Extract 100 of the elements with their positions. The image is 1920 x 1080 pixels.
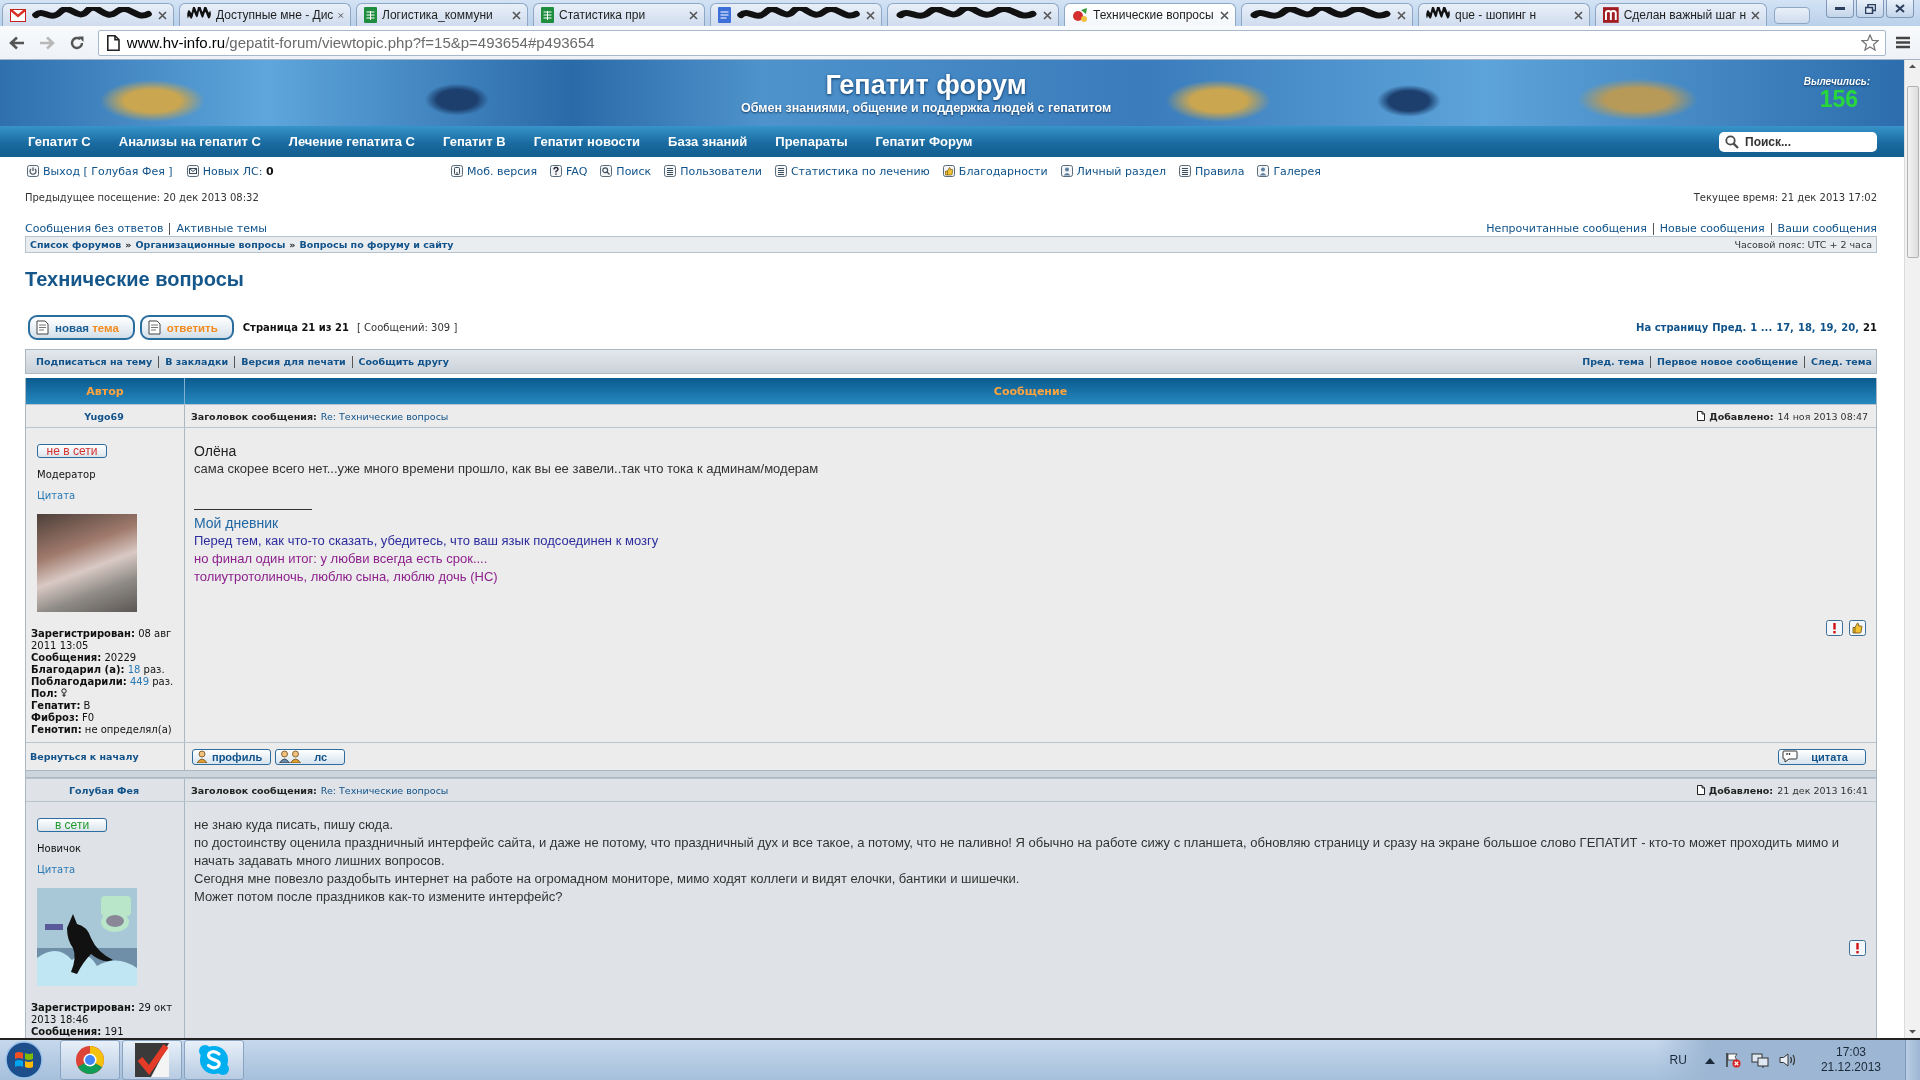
count-link[interactable]: 18 — [127, 664, 141, 675]
quick-link[interactable]: Активные темы — [176, 222, 267, 235]
browser-tab[interactable] — [887, 3, 1059, 26]
profile-field: Зарегистрирован: 08 авг 2011 13:05 — [31, 628, 180, 652]
language-indicator[interactable]: RU — [1669, 1053, 1687, 1067]
close-icon[interactable] — [1043, 10, 1052, 20]
thumbs-up-icon[interactable] — [1849, 620, 1866, 636]
menu-link[interactable]: FAQ — [550, 164, 588, 178]
close-icon[interactable] — [866, 10, 875, 20]
close-icon[interactable] — [1574, 10, 1583, 20]
browser-tab[interactable] — [710, 3, 882, 26]
minimize-button[interactable] — [1826, 0, 1854, 18]
profile-button[interactable]: профиль — [192, 748, 272, 765]
breadcrumb-link[interactable]: Вопросы по форуму и сайту — [299, 239, 454, 250]
up-arrow-icon[interactable] — [1704, 1056, 1715, 1064]
back-to-top-link[interactable]: Вернуться к началу — [30, 751, 139, 762]
nav-link[interactable]: Гепатит C — [14, 134, 105, 149]
close-icon[interactable] — [1751, 10, 1760, 20]
quote-button[interactable]: цитата — [1778, 748, 1866, 765]
scroll-thumb[interactable] — [1907, 86, 1919, 258]
close-icon[interactable] — [689, 10, 698, 20]
browser-tab[interactable] — [2, 3, 174, 26]
previous-page-link[interactable]: Пред. — [1712, 322, 1747, 333]
breadcrumb-separator: » — [289, 239, 296, 250]
topic-nav-link[interactable]: Первое новое сообщение — [1657, 356, 1798, 367]
page-link[interactable]: 20, — [1841, 322, 1860, 333]
browser-tab[interactable]: Доступные мне - Дис — [179, 3, 351, 26]
flag-error-icon[interactable] — [1724, 1052, 1741, 1068]
nav-link[interactable]: База знаний — [654, 134, 762, 149]
menu-link[interactable]: Пользователи — [664, 164, 762, 178]
timezone-text: Часовой пояс: UTC + 2 часа — [1734, 239, 1872, 250]
subject-link[interactable]: Re: Технические вопросы — [320, 410, 449, 422]
browser-tab[interactable]: Сделан важный шаг н — [1595, 3, 1767, 26]
topic-nav-link[interactable]: След. тема — [1810, 356, 1872, 367]
speaker-icon[interactable] — [1778, 1052, 1797, 1068]
topic-action-link[interactable]: Сообщить другу — [358, 356, 450, 367]
browser-tab[interactable] — [1241, 3, 1413, 26]
topic-nav-link[interactable]: Пред. тема — [1582, 356, 1645, 367]
exclamation-icon[interactable] — [1849, 940, 1866, 956]
checkmark-icon — [135, 1043, 169, 1077]
page-link[interactable]: 19, — [1819, 322, 1838, 333]
menu-link[interactable]: Моб. версия — [451, 164, 538, 178]
subject-link[interactable]: Re: Технические вопросы — [320, 784, 449, 796]
page-link[interactable]: 17, — [1776, 322, 1794, 333]
signature-link[interactable]: Мой дневник — [194, 514, 279, 532]
nav-link[interactable]: Гепатит B — [429, 134, 520, 149]
menu-link[interactable]: Благодарности — [942, 164, 1048, 178]
close-icon[interactable] — [158, 10, 167, 20]
browser-tab[interactable]: que - шопинг н — [1418, 3, 1590, 26]
nav-link[interactable]: Гепатит новости — [519, 134, 655, 149]
close-icon[interactable] — [338, 10, 344, 20]
signature-text: толиутротолиночь, люблю сына, люблю дочь (НС) — [194, 568, 498, 586]
breadcrumb-link[interactable]: Список форумов — [30, 239, 122, 250]
close-icon[interactable] — [512, 10, 521, 20]
menu-link[interactable]: Галерея — [1257, 164, 1321, 178]
menu-link[interactable]: Поиск — [600, 164, 652, 178]
search-field[interactable]: Поиск... — [1719, 131, 1877, 152]
exclamation-icon[interactable] — [1826, 620, 1843, 636]
column-header: Сообщение — [993, 384, 1068, 398]
message-button[interactable]: лс — [275, 748, 346, 765]
browser-tab[interactable]: Технические вопросы — [1064, 3, 1236, 26]
list-icon — [774, 165, 787, 177]
author-name[interactable]: Голубая Фея — [68, 784, 140, 796]
quick-link[interactable]: Сообщения без ответов — [25, 222, 164, 235]
browser-tab[interactable]: Логистика_коммуни — [356, 3, 528, 26]
page-link[interactable]: 21 — [1863, 322, 1877, 333]
topic-action-link[interactable]: Версия для печати — [241, 356, 346, 367]
close-button[interactable] — [1886, 0, 1914, 18]
nav-link[interactable]: Анализы на гепатит C — [104, 134, 275, 149]
address-bar[interactable]: www.hv-info.ru/gepatit-forum/viewtopic.php?f=15&p=493654#p493654 — [98, 29, 1886, 56]
new-topic-button[interactable]: новая тема — [28, 315, 135, 340]
browser-tab[interactable]: Статистика при — [533, 3, 705, 26]
close-icon[interactable] — [1397, 10, 1406, 20]
count-link[interactable]: 449 — [129, 676, 149, 687]
page-link[interactable]: 1 ... — [1750, 322, 1773, 333]
nav-link[interactable]: Гепатит Форум — [861, 134, 987, 149]
page-link[interactable]: 18, — [1797, 322, 1816, 333]
nav-link[interactable]: Препараты — [761, 134, 862, 149]
quote-link[interactable]: Цитата — [37, 863, 76, 877]
menu-link[interactable]: Правила — [1178, 164, 1245, 178]
quick-link[interactable]: Новые сообщения — [1659, 222, 1765, 235]
menu-link[interactable]: Статистика по лечению — [774, 164, 930, 178]
menu-link[interactable]: Личный раздел — [1060, 164, 1166, 178]
restore-button[interactable] — [1856, 0, 1884, 18]
breadcrumb-link[interactable]: Организационные вопросы — [135, 239, 286, 250]
topic-action-link[interactable]: В закладки — [165, 356, 229, 367]
quick-link[interactable]: Непрочитанные сообщения — [1486, 222, 1647, 235]
quick-link[interactable]: Ваши сообщения — [1777, 222, 1877, 235]
user-link[interactable]: Выход [ Голубая Фея ] — [27, 164, 173, 178]
topic-action-link[interactable]: Подписаться на тему — [36, 356, 153, 367]
start-button[interactable] — [2, 1040, 46, 1080]
subject-label: Заголовок сообщения: — [191, 410, 317, 422]
user-link[interactable]: Новых ЛС: 0 — [186, 164, 274, 178]
network-icon[interactable] — [1750, 1052, 1769, 1068]
author-name[interactable]: Yugo69 — [84, 410, 124, 422]
close-icon[interactable] — [1220, 10, 1229, 20]
taskbar-app-button[interactable] — [122, 1040, 182, 1080]
star-icon[interactable] — [1861, 34, 1879, 51]
nav-link[interactable]: Лечение гепатита C — [274, 134, 429, 149]
quote-link[interactable]: Цитата — [37, 489, 76, 503]
